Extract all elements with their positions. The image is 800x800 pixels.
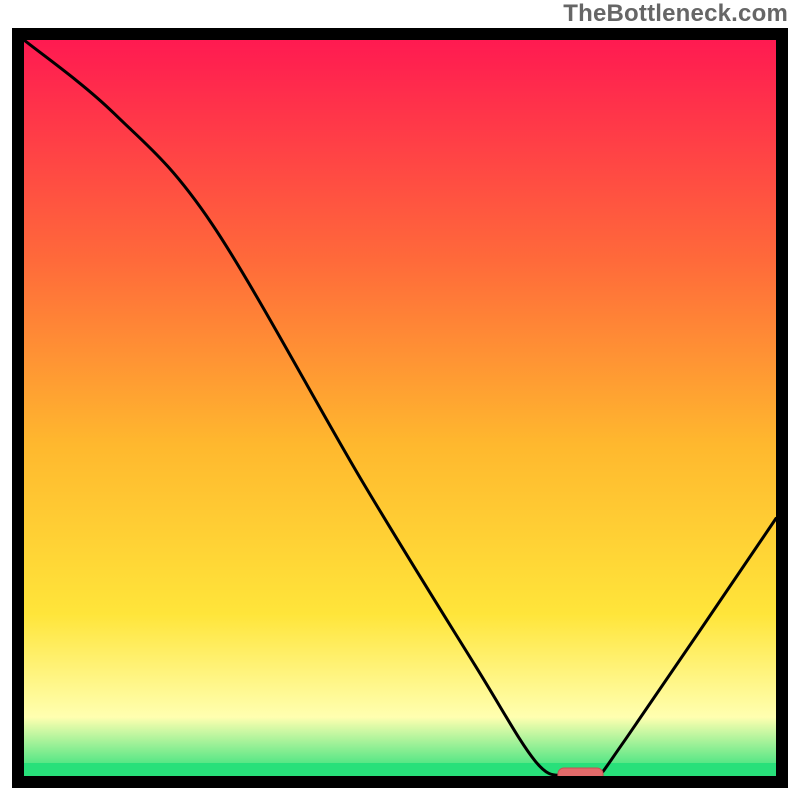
optimal-marker (558, 768, 603, 776)
chart-container: TheBottleneck.com (0, 0, 800, 800)
plot-area (24, 40, 776, 776)
heat-background (24, 40, 776, 776)
plot-frame (12, 28, 788, 788)
chart-svg (24, 40, 776, 776)
green-baseline-band (24, 763, 776, 776)
watermark-text: TheBottleneck.com (563, 0, 788, 28)
